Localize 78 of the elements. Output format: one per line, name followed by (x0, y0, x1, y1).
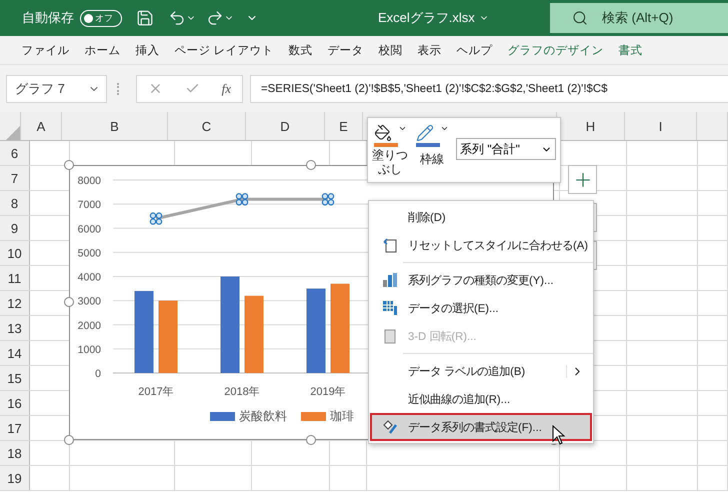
row-header[interactable]: 17 (0, 416, 30, 440)
caret-icon (440, 124, 448, 133)
axis-tick-label: 2000 (78, 320, 101, 332)
axis-tick-label: 5000 (78, 247, 101, 260)
row-header[interactable]: 14 (0, 341, 30, 365)
row-header[interactable]: 18 (0, 441, 30, 465)
ribbon-tab[interactable]: 表示 (410, 42, 450, 58)
pencil-icon (416, 124, 434, 142)
resize-handle[interactable] (64, 297, 74, 307)
legend-label: 炭酸飲料 (239, 408, 287, 425)
selected-point-marker (150, 212, 162, 225)
ribbon-tab[interactable]: 校閲 (371, 42, 410, 58)
axis-tick-label: 3000 (78, 296, 101, 308)
insert-function-button[interactable]: fx (222, 80, 232, 96)
selected-point-marker (236, 193, 248, 206)
autosave-toggle[interactable]: オフ (80, 10, 122, 26)
ribbon-tab[interactable]: ホーム (77, 42, 128, 58)
resize-handle[interactable] (306, 435, 316, 445)
axis-tick-label: 0 (95, 368, 101, 380)
redo-icon[interactable] (206, 9, 234, 27)
drag-handle-icon[interactable] (117, 82, 122, 94)
ribbon-tab[interactable]: ヘルプ (449, 42, 500, 58)
category-label: 2017年 (138, 386, 174, 398)
menu-item[interactable]: データ系列の書式設定(F)... (370, 413, 592, 441)
paint-bucket-icon (374, 124, 392, 142)
row-header[interactable]: 9 (0, 216, 30, 240)
column-header[interactable]: I (625, 112, 697, 140)
autosave-label: 自動保存 (22, 9, 74, 27)
undo-icon[interactable] (168, 9, 196, 27)
caret-icon (398, 124, 406, 133)
category-label: 2019年 (310, 386, 346, 398)
search-icon (572, 10, 588, 26)
row-header[interactable]: 12 (0, 291, 30, 315)
reset-style-icon (382, 237, 398, 253)
resize-handle[interactable] (64, 435, 74, 445)
resize-handle[interactable] (306, 160, 316, 170)
row-header[interactable]: 19 (0, 466, 30, 490)
save-icon[interactable] (136, 9, 154, 27)
ribbon-tab[interactable]: ファイル (14, 42, 77, 58)
row-header[interactable]: 6 (0, 141, 30, 165)
axis-tick-label: 8000 (78, 175, 101, 187)
ribbon-tab[interactable]: データ (320, 42, 372, 58)
ribbon-tab[interactable]: 数式 (281, 42, 320, 58)
series-dropdown[interactable]: 系列 "合計" (456, 138, 556, 160)
column-header[interactable]: E (325, 112, 363, 140)
legend-label: 珈琲 (330, 408, 354, 425)
axis-tick-label: 1000 (78, 344, 101, 356)
row-header[interactable]: 11 (0, 266, 30, 290)
cube-icon (382, 328, 398, 344)
search-field[interactable]: 検索 (Alt+Q) (550, 3, 728, 33)
row-header[interactable]: 16 (0, 391, 30, 415)
ribbon-tab[interactable]: 書式 (611, 42, 650, 58)
format-brush-icon (382, 419, 398, 435)
outline-button[interactable]: 枠線 (414, 124, 450, 167)
column-header[interactable]: B (62, 112, 168, 140)
formula-field[interactable]: =SERIES('Sheet1 (2)'!$B$5,'Sheet1 (2)'!$C$2:$G$2,'Sheet1 (2)'!$C$ (250, 74, 728, 102)
row-header[interactable]: 10 (0, 241, 30, 265)
file-name[interactable]: Excelグラフ.xlsx (378, 9, 489, 27)
ribbon-tab[interactable]: ページ レイアウト (167, 42, 282, 58)
column-header[interactable]: D (246, 112, 325, 140)
ribbon-tab[interactable]: 挿入 (128, 42, 167, 58)
axis-tick-label: 6000 (78, 223, 101, 236)
table-icon (382, 300, 398, 316)
ribbon-tab[interactable]: グラフのデザイン (500, 42, 612, 58)
chart-elements-button[interactable] (568, 165, 597, 194)
row-header[interactable]: 8 (0, 191, 30, 215)
selected-point-marker (322, 193, 334, 206)
row-header[interactable]: 13 (0, 316, 30, 340)
resize-handle[interactable] (64, 160, 74, 170)
row-header[interactable]: 15 (0, 366, 30, 390)
category-label: 2018年 (224, 386, 260, 398)
axis-tick-label: 4000 (78, 272, 101, 284)
column-header[interactable]: C (168, 112, 246, 140)
axis-tick-label: 7000 (78, 199, 101, 212)
bar-chart-icon (382, 272, 398, 288)
column-header[interactable]: A (21, 112, 62, 140)
name-box[interactable]: グラフ 7 (6, 74, 107, 102)
row-header[interactable]: 7 (0, 166, 30, 190)
